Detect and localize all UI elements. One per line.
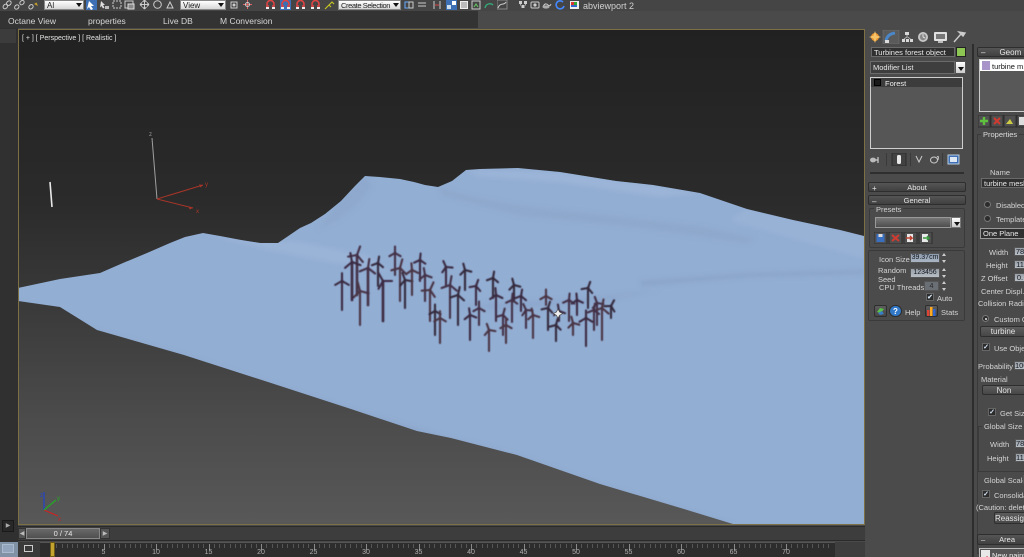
svg-text:y: y bbox=[205, 182, 208, 188]
svg-text:x: x bbox=[196, 209, 199, 215]
svg-text:y: y bbox=[57, 496, 60, 502]
svg-text:x: x bbox=[58, 517, 61, 523]
svg-text:z: z bbox=[149, 132, 152, 138]
svg-text:z: z bbox=[40, 493, 43, 499]
